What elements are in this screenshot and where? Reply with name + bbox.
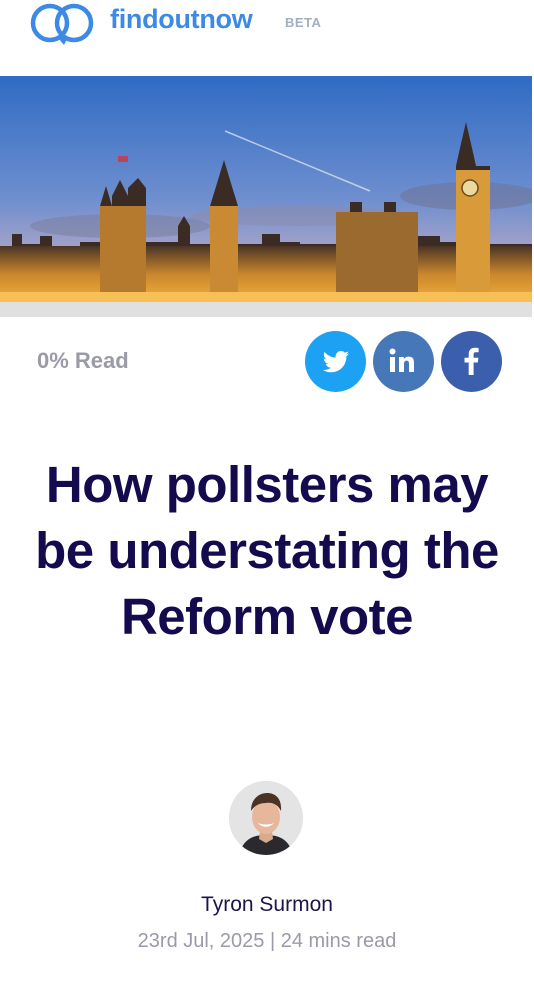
author-name[interactable]: Tyron Surmon bbox=[0, 893, 534, 917]
brand-name[interactable]: findoutnow bbox=[110, 4, 253, 35]
findoutnow-logo-icon[interactable] bbox=[28, 2, 98, 46]
share-linkedin-button[interactable] bbox=[373, 331, 434, 392]
author-photo bbox=[229, 781, 303, 855]
site-header: findoutnow BETA bbox=[0, 0, 534, 48]
beta-badge: BETA bbox=[285, 15, 322, 30]
reading-progress-bar bbox=[0, 302, 532, 317]
share-twitter-button[interactable] bbox=[305, 331, 366, 392]
share-facebook-button[interactable] bbox=[441, 331, 502, 392]
article-title: How pollsters may be understating the Re… bbox=[35, 456, 499, 645]
article-meta: 23rd Jul, 2025 | 24 mins read bbox=[137, 930, 397, 952]
linkedin-icon bbox=[389, 348, 414, 372]
hero-image bbox=[0, 76, 532, 302]
twitter-bird-icon bbox=[322, 351, 349, 373]
reading-progress-label: 0% Read bbox=[37, 348, 129, 373]
author-avatar[interactable] bbox=[229, 781, 303, 855]
facebook-icon bbox=[464, 347, 479, 375]
